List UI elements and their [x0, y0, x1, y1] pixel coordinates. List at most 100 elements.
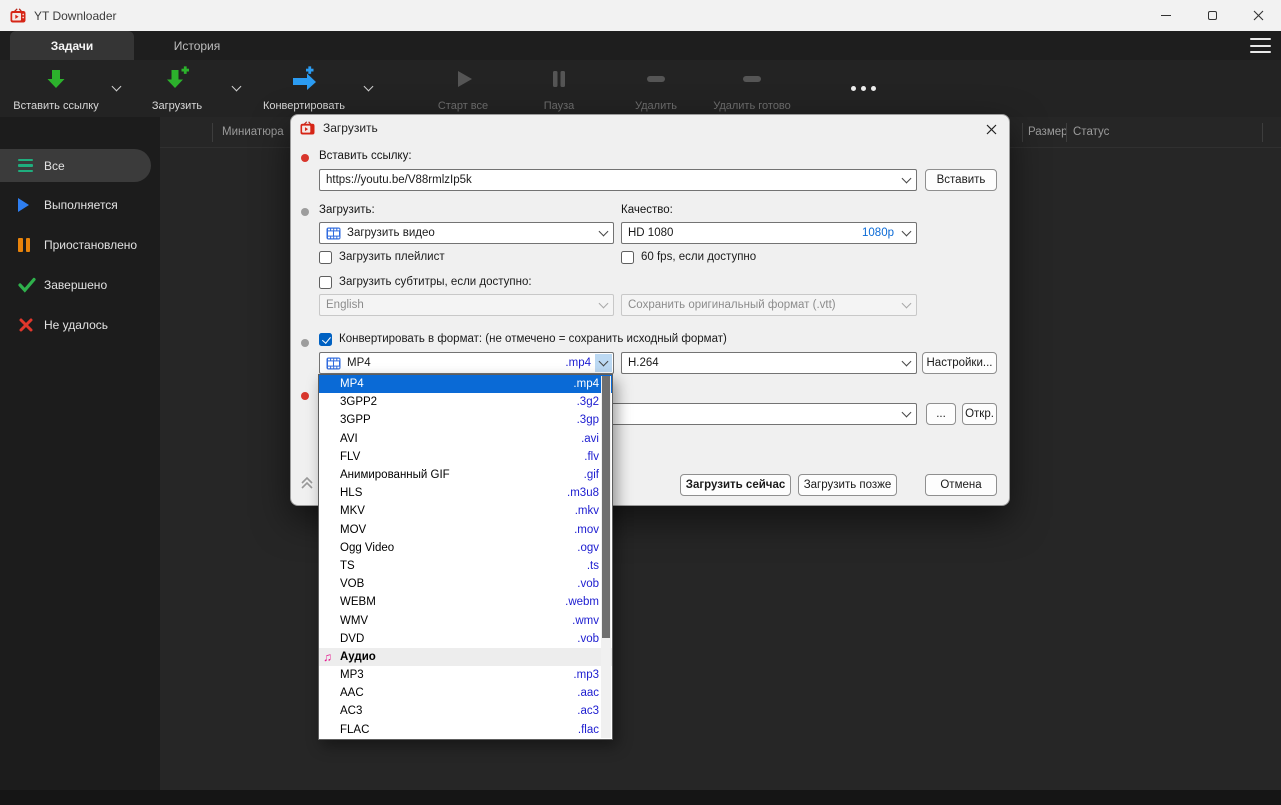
format-option-17[interactable]: AAC .aac — [319, 684, 612, 702]
download-button[interactable]: Загрузить — [138, 60, 216, 117]
more-options-button[interactable] — [840, 60, 886, 117]
format-option-10[interactable]: TS .ts — [319, 557, 612, 575]
format-option-8[interactable]: MOV .mov — [319, 521, 612, 539]
chevron-down-icon[interactable] — [898, 171, 915, 189]
dialog-title: Загрузить — [323, 121, 378, 135]
minimize-button[interactable] — [1143, 0, 1189, 31]
download-later-button[interactable]: Загрузить позже — [798, 474, 897, 496]
chevron-down-icon[interactable] — [595, 354, 612, 372]
chevron-down-icon[interactable] — [595, 224, 612, 242]
format-option-2[interactable]: 3GPP .3gp — [319, 411, 612, 429]
sidebar-item-running[interactable]: Выполняется — [0, 185, 160, 225]
format-option-12[interactable]: WEBM .webm — [319, 593, 612, 611]
dropdown-scrollbar[interactable] — [601, 376, 611, 738]
format-combobox[interactable]: MP4 .mp4 — [319, 352, 614, 374]
column-size[interactable]: Размер — [1028, 126, 1068, 138]
dialog-close-button[interactable] — [982, 120, 1000, 138]
format-name: 3GPP2 — [340, 396, 378, 409]
hamburger-menu-icon[interactable] — [1250, 38, 1271, 53]
format-option-13[interactable]: WMV .wmv — [319, 611, 612, 629]
cancel-button[interactable]: Отмена — [925, 474, 997, 496]
play-icon — [450, 66, 476, 97]
format-option-18[interactable]: AC3 .ac3 — [319, 702, 612, 720]
format-option-7[interactable]: MKV .mkv — [319, 502, 612, 520]
subtitles-checkbox[interactable]: Загрузить субтитры, если доступно: — [319, 274, 532, 290]
checkbox-box — [319, 275, 332, 289]
format-option-11[interactable]: VOB .vob — [319, 575, 612, 593]
format-option-16[interactable]: MP3 .mp3 — [319, 666, 612, 684]
close-button[interactable] — [1235, 0, 1281, 31]
pause-label: Пауза — [543, 99, 575, 112]
start-all-button[interactable]: Старт все — [418, 60, 508, 117]
quality-combobox[interactable]: HD 1080 1080p — [621, 222, 917, 244]
paste-link-icon — [43, 66, 69, 97]
format-extension: .vob — [577, 578, 599, 591]
sidebar-item-all[interactable]: Все — [0, 149, 151, 182]
browse-button[interactable]: ... — [926, 403, 956, 425]
paste-button[interactable]: Вставить — [925, 169, 997, 191]
sidebar-item-label: Выполняется — [44, 198, 118, 212]
sidebar-item-completed[interactable]: Завершено — [0, 265, 160, 305]
chevron-down-icon[interactable] — [898, 354, 915, 372]
film-strip-icon — [326, 227, 341, 240]
download-mode-combobox[interactable]: Загрузить видео — [319, 222, 614, 244]
format-option-6[interactable]: HLS .m3u8 — [319, 484, 612, 502]
format-option-5[interactable]: Анимированный GIF .gif — [319, 466, 612, 484]
format-option-1[interactable]: 3GPP2 .3g2 — [319, 393, 612, 411]
double-chevron-up-icon — [301, 476, 313, 489]
convert-checkbox[interactable]: Конвертировать в формат: (не отмечено = … — [319, 331, 727, 347]
format-option-19[interactable]: FLAC .flac — [319, 721, 612, 739]
format-name: FLAC — [340, 723, 370, 736]
url-combobox[interactable]: https://youtu.be/V88rmlzIp5k — [319, 169, 917, 191]
format-extension: .mp3 — [573, 669, 599, 682]
column-thumbnail[interactable]: Миниатюра — [222, 126, 284, 138]
delete-done-button[interactable]: Удалить готово — [700, 60, 804, 117]
download-now-button[interactable]: Загрузить сейчас — [680, 474, 791, 496]
dialog-titlebar: Загрузить — [291, 115, 1009, 141]
tab-history[interactable]: История — [134, 31, 260, 60]
fps-checkbox[interactable]: 60 fps, если доступно — [621, 249, 756, 265]
yt-downloader-window: YT Downloader Задачи История Вставить сс… — [0, 0, 1281, 805]
app-logo-icon — [10, 8, 26, 23]
format-option-0[interactable]: MP4 .mp4 — [319, 375, 612, 394]
open-folder-button[interactable]: Откр. — [962, 403, 997, 425]
format-option-14[interactable]: DVD .vob — [319, 630, 612, 648]
subtitle-format-combobox[interactable]: Сохранить оригинальный формат (.vtt) — [621, 294, 917, 316]
sidebar-item-failed[interactable]: Не удалось — [0, 305, 160, 345]
start-all-label: Старт все — [437, 99, 489, 112]
codec-combobox[interactable]: H.264 — [621, 352, 917, 374]
format-name: Аудио — [340, 650, 376, 663]
delete-done-icon — [739, 66, 765, 97]
chevron-down-icon — [111, 81, 121, 92]
sidebar-item-paused[interactable]: Приостановлено — [0, 225, 160, 265]
maximize-button[interactable] — [1189, 0, 1235, 31]
playlist-checkbox[interactable]: Загрузить плейлист — [319, 249, 445, 265]
format-name: Ogg Video — [340, 541, 395, 554]
ellipsis-icon — [850, 86, 856, 91]
delete-button[interactable]: Удалить — [612, 60, 700, 117]
subtitle-language-combobox[interactable]: English — [319, 294, 614, 316]
format-name: DVD — [340, 632, 365, 645]
convert-button[interactable]: Конвертировать — [252, 60, 356, 117]
download-dropdown-chevron[interactable] — [226, 60, 246, 117]
paste-link-dropdown-chevron[interactable] — [106, 60, 126, 117]
subtitles-checkbox-label: Загрузить субтитры, если доступно: — [339, 276, 532, 288]
scrollbar-thumb[interactable] — [602, 376, 610, 638]
checkbox-box — [319, 332, 332, 346]
advanced-toggle-button[interactable] — [298, 473, 316, 493]
format-name: MOV — [340, 523, 367, 536]
pause-button[interactable]: Пауза — [516, 60, 602, 117]
format-option-9[interactable]: Ogg Video .ogv — [319, 539, 612, 557]
ellipsis-icon — [860, 86, 866, 91]
paste-link-button[interactable]: Вставить ссылку — [6, 60, 106, 117]
chevron-down-icon[interactable] — [898, 405, 915, 423]
tab-tasks[interactable]: Задачи — [10, 31, 134, 60]
format-option-3[interactable]: AVI .avi — [319, 430, 612, 448]
format-option-4[interactable]: FLV .flv — [319, 448, 612, 466]
convert-dropdown-chevron[interactable] — [358, 60, 378, 117]
format-extension: .wmv — [572, 614, 599, 627]
settings-button[interactable]: Настройки... — [922, 352, 997, 374]
toolbar: Вставить ссылку Загрузить Конвертировать… — [0, 60, 1281, 117]
chevron-down-icon[interactable] — [898, 224, 915, 242]
column-status[interactable]: Статус — [1073, 126, 1109, 138]
